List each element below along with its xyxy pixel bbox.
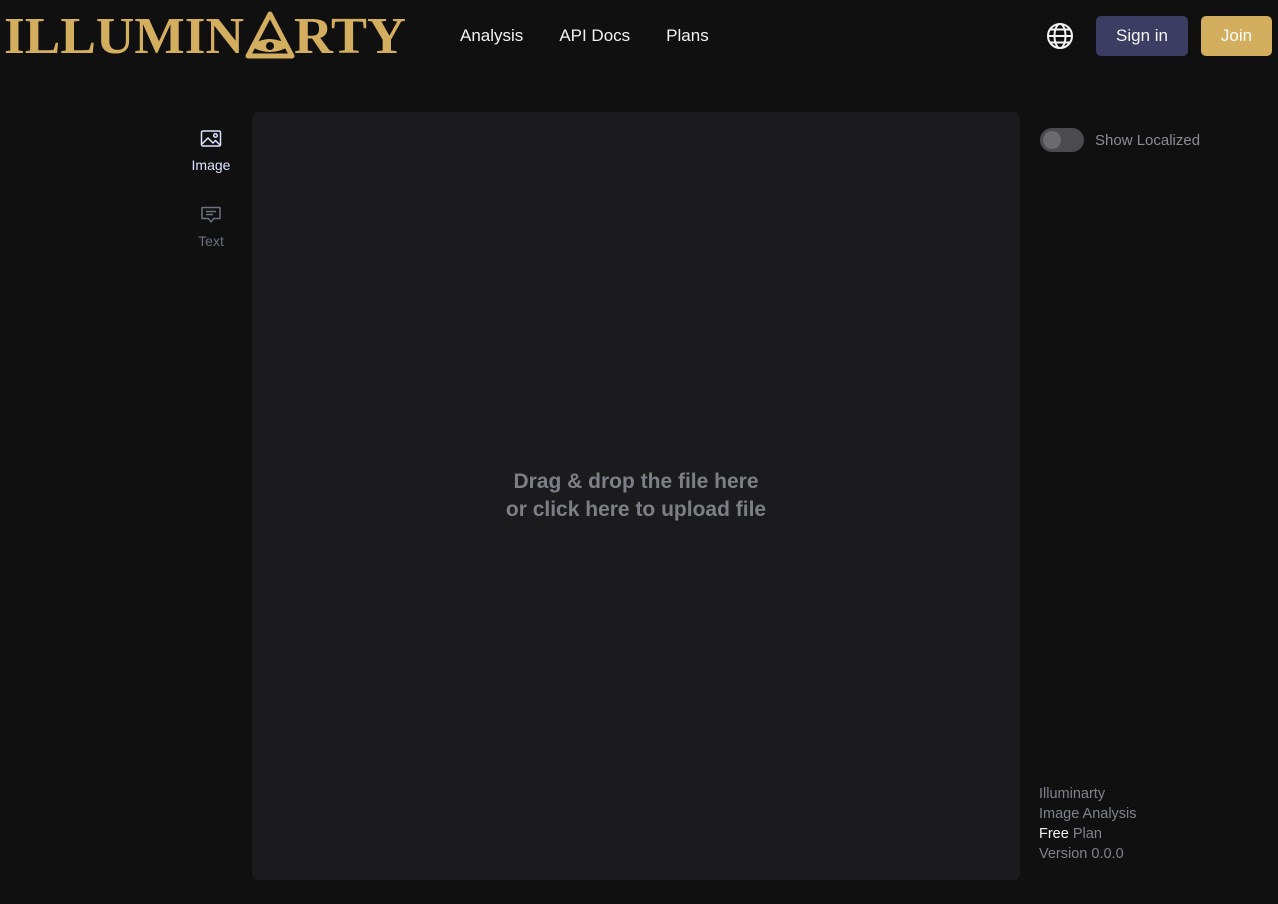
file-dropzone[interactable]: Drag & drop the file here or click here … bbox=[252, 112, 1020, 880]
tab-image-label: Image bbox=[191, 157, 231, 173]
nav-link-api-docs[interactable]: API Docs bbox=[559, 24, 630, 48]
brand-logo[interactable]: ILLUMIN RTY bbox=[4, 10, 406, 60]
join-button[interactable]: Join bbox=[1201, 16, 1272, 56]
top-header: ILLUMIN RTY Analysis API Docs Plans Sign… bbox=[0, 0, 1278, 72]
eye-triangle-icon bbox=[245, 11, 295, 59]
plan-suffix: Plan bbox=[1072, 826, 1102, 842]
globe-icon[interactable] bbox=[1045, 21, 1075, 51]
app-info: Illuminarty Image Analysis Free Plan Ver… bbox=[1039, 784, 1137, 864]
app-name: Illuminarty bbox=[1039, 786, 1106, 802]
version-info: Version 0.0.0 bbox=[1039, 846, 1124, 862]
tab-image[interactable]: Image bbox=[180, 129, 242, 173]
dropzone-line-2: or click here to upload file bbox=[505, 498, 767, 521]
dropzone-line-1: Drag & drop the file here bbox=[513, 470, 759, 493]
logo-text-suffix: RTY bbox=[294, 10, 406, 60]
image-icon bbox=[200, 129, 222, 154]
logo-text-prefix: ILLUMIN bbox=[4, 10, 244, 60]
illuminarty-wordmark: ILLUMIN RTY bbox=[4, 10, 406, 60]
plan-name: Free bbox=[1039, 826, 1069, 842]
toggle-knob bbox=[1043, 131, 1061, 149]
tab-text-label: Text bbox=[198, 233, 224, 249]
nav-link-analysis[interactable]: Analysis bbox=[460, 24, 523, 48]
show-localized-toggle[interactable] bbox=[1040, 128, 1084, 152]
sign-in-button[interactable]: Sign in bbox=[1096, 16, 1188, 56]
message-icon bbox=[200, 205, 222, 230]
product-name: Image Analysis bbox=[1039, 806, 1137, 822]
plan-info: Free Plan bbox=[1039, 824, 1137, 844]
tab-text[interactable]: Text bbox=[180, 205, 242, 249]
main-nav: Analysis API Docs Plans bbox=[460, 24, 709, 48]
dropzone-instructions: Drag & drop the file here or click here … bbox=[506, 468, 766, 524]
nav-link-plans[interactable]: Plans bbox=[666, 24, 709, 48]
show-localized-option: Show Localized bbox=[1040, 128, 1200, 152]
show-localized-label: Show Localized bbox=[1095, 131, 1201, 149]
